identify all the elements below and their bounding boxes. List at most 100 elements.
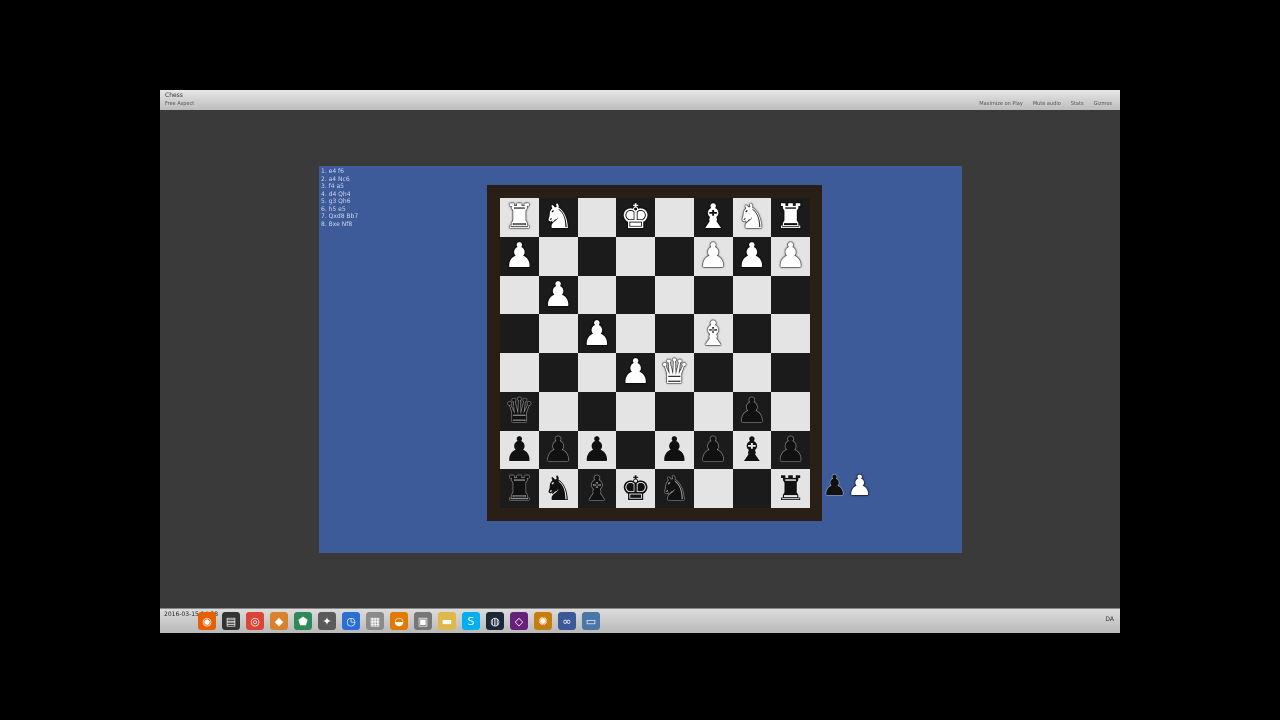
board-square[interactable] xyxy=(655,314,694,353)
black-pawn-piece[interactable]: ♟ xyxy=(659,433,689,467)
board-square[interactable]: ♜ xyxy=(500,469,539,508)
board-square[interactable] xyxy=(616,275,655,315)
gizmos-toggle[interactable]: Gizmos xyxy=(1094,101,1112,107)
folder-icon[interactable]: ▬ xyxy=(438,612,456,630)
white-pawn-piece[interactable]: ♟ xyxy=(504,239,534,273)
document-icon[interactable]: ▦ xyxy=(366,612,384,630)
black-knight-piece[interactable]: ♞ xyxy=(659,472,689,506)
board-square[interactable] xyxy=(655,275,694,315)
board-square[interactable]: ♜ xyxy=(500,198,539,237)
black-bishop-piece[interactable]: ♝ xyxy=(582,472,612,506)
board-square[interactable] xyxy=(500,275,539,315)
chess-board[interactable]: ♜ ♞ ♚ ♝ ♞ ♜ ♟ ♟ ♟ ♟ ♟ ♟ ♝ ♟ ♛ ♛ ♟ ♟ ♟ ♟ ♟ ♟ ♝ ♟ ♜ ♞ ♝ ♚ ♞ ♜ xyxy=(500,198,810,508)
board-square[interactable] xyxy=(616,430,655,470)
board-square[interactable]: ♞ xyxy=(655,469,694,508)
black-pawn-piece[interactable]: ♟ xyxy=(698,433,728,467)
board-square[interactable] xyxy=(577,275,617,315)
board-square[interactable]: ♟ xyxy=(771,236,810,276)
white-pawn-piece[interactable]: ♟ xyxy=(543,278,573,312)
board-square[interactable] xyxy=(693,353,733,392)
game-icon[interactable]: ◆ xyxy=(270,612,288,630)
board-square[interactable]: ♟ xyxy=(693,430,733,470)
board-square[interactable] xyxy=(655,236,694,276)
window-icon[interactable]: ▣ xyxy=(414,612,432,630)
board-square[interactable] xyxy=(538,353,578,392)
white-bishop-piece[interactable]: ♝ xyxy=(698,200,728,234)
white-rook-piece[interactable]: ♜ xyxy=(504,200,534,234)
board-square[interactable]: ♜ xyxy=(771,469,810,508)
white-pawn-piece[interactable]: ♟ xyxy=(582,317,612,351)
board-square[interactable]: ♞ xyxy=(538,198,578,237)
board-square[interactable] xyxy=(655,198,694,237)
board-square[interactable]: ♟ xyxy=(732,391,772,431)
white-rook-piece[interactable]: ♜ xyxy=(775,200,805,234)
board-square[interactable] xyxy=(538,314,578,353)
shield-icon[interactable]: ⬟ xyxy=(294,612,312,630)
board-square[interactable]: ♝ xyxy=(693,198,733,237)
black-king-piece[interactable]: ♚ xyxy=(620,472,650,506)
board-square[interactable] xyxy=(500,353,539,392)
skype-icon[interactable]: S xyxy=(462,612,480,630)
board-square[interactable] xyxy=(771,353,810,392)
board-square[interactable]: ♝ xyxy=(693,314,733,353)
black-rook-piece[interactable]: ♜ xyxy=(775,472,805,506)
black-pawn-piece[interactable]: ♟ xyxy=(775,433,805,467)
board-square[interactable] xyxy=(732,469,772,508)
firefox-icon[interactable]: ◉ xyxy=(198,612,216,630)
board-square[interactable] xyxy=(693,391,733,431)
board-square[interactable] xyxy=(577,236,617,276)
board-square[interactable]: ♟ xyxy=(577,314,617,353)
board-square[interactable]: ♟ xyxy=(693,236,733,276)
board-square[interactable]: ♟ xyxy=(577,430,617,470)
mute-audio-toggle[interactable]: Mute audio xyxy=(1033,101,1061,107)
app-icon[interactable]: ▭ xyxy=(582,612,600,630)
board-square[interactable] xyxy=(616,236,655,276)
aspect-dropdown[interactable]: Free Aspect xyxy=(165,101,194,107)
board-square[interactable]: ♟ xyxy=(616,353,655,392)
white-pawn-piece[interactable]: ♟ xyxy=(775,239,805,273)
board-square[interactable] xyxy=(616,314,655,353)
black-pawn-piece[interactable]: ♟ xyxy=(543,433,573,467)
language-indicator[interactable]: DA xyxy=(1105,616,1114,623)
board-square[interactable] xyxy=(771,314,810,353)
black-pawn-piece[interactable]: ♟ xyxy=(504,433,534,467)
board-square[interactable] xyxy=(732,275,772,315)
tools-icon[interactable]: ✦ xyxy=(318,612,336,630)
board-square[interactable] xyxy=(732,353,772,392)
board-square[interactable] xyxy=(616,391,655,431)
black-bishop-piece[interactable]: ♝ xyxy=(737,433,767,467)
white-queen-piece[interactable]: ♛ xyxy=(659,355,689,389)
black-queen-piece[interactable]: ♛ xyxy=(504,394,534,428)
board-square[interactable] xyxy=(771,391,810,431)
black-pawn-piece[interactable]: ♟ xyxy=(582,433,612,467)
white-pawn-piece[interactable]: ♟ xyxy=(737,239,767,273)
white-pawn-piece[interactable]: ♟ xyxy=(698,239,728,273)
board-square[interactable]: ♟ xyxy=(655,430,694,470)
board-square[interactable] xyxy=(577,198,617,237)
black-rook-piece[interactable]: ♜ xyxy=(504,472,534,506)
board-square[interactable]: ♟ xyxy=(500,430,539,470)
headset-icon[interactable]: ◒ xyxy=(390,612,408,630)
board-square[interactable]: ♚ xyxy=(616,469,655,508)
board-square[interactable]: ♛ xyxy=(655,353,694,392)
board-square[interactable]: ♟ xyxy=(500,236,539,276)
board-square[interactable]: ♟ xyxy=(538,275,578,315)
chrome-icon[interactable]: ◎ xyxy=(246,612,264,630)
board-square[interactable] xyxy=(693,275,733,315)
board-square[interactable] xyxy=(771,275,810,315)
maximize-on-play-toggle[interactable]: Maximize on Play xyxy=(979,101,1023,107)
white-pawn-piece[interactable]: ♟ xyxy=(620,355,650,389)
board-square[interactable] xyxy=(693,469,733,508)
board-square[interactable] xyxy=(538,236,578,276)
board-square[interactable] xyxy=(500,314,539,353)
visualstudio-icon[interactable]: ◇ xyxy=(510,612,528,630)
board-square[interactable]: ♚ xyxy=(616,198,655,237)
black-knight-piece[interactable]: ♞ xyxy=(543,472,573,506)
settings-icon[interactable]: ✺ xyxy=(534,612,552,630)
steam-icon[interactable]: ◍ xyxy=(486,612,504,630)
stats-toggle[interactable]: Stats xyxy=(1071,101,1084,107)
black-pawn-piece[interactable]: ♟ xyxy=(737,394,767,428)
board-square[interactable] xyxy=(655,391,694,431)
board-square[interactable]: ♟ xyxy=(732,236,772,276)
clock-icon[interactable]: ◷ xyxy=(342,612,360,630)
